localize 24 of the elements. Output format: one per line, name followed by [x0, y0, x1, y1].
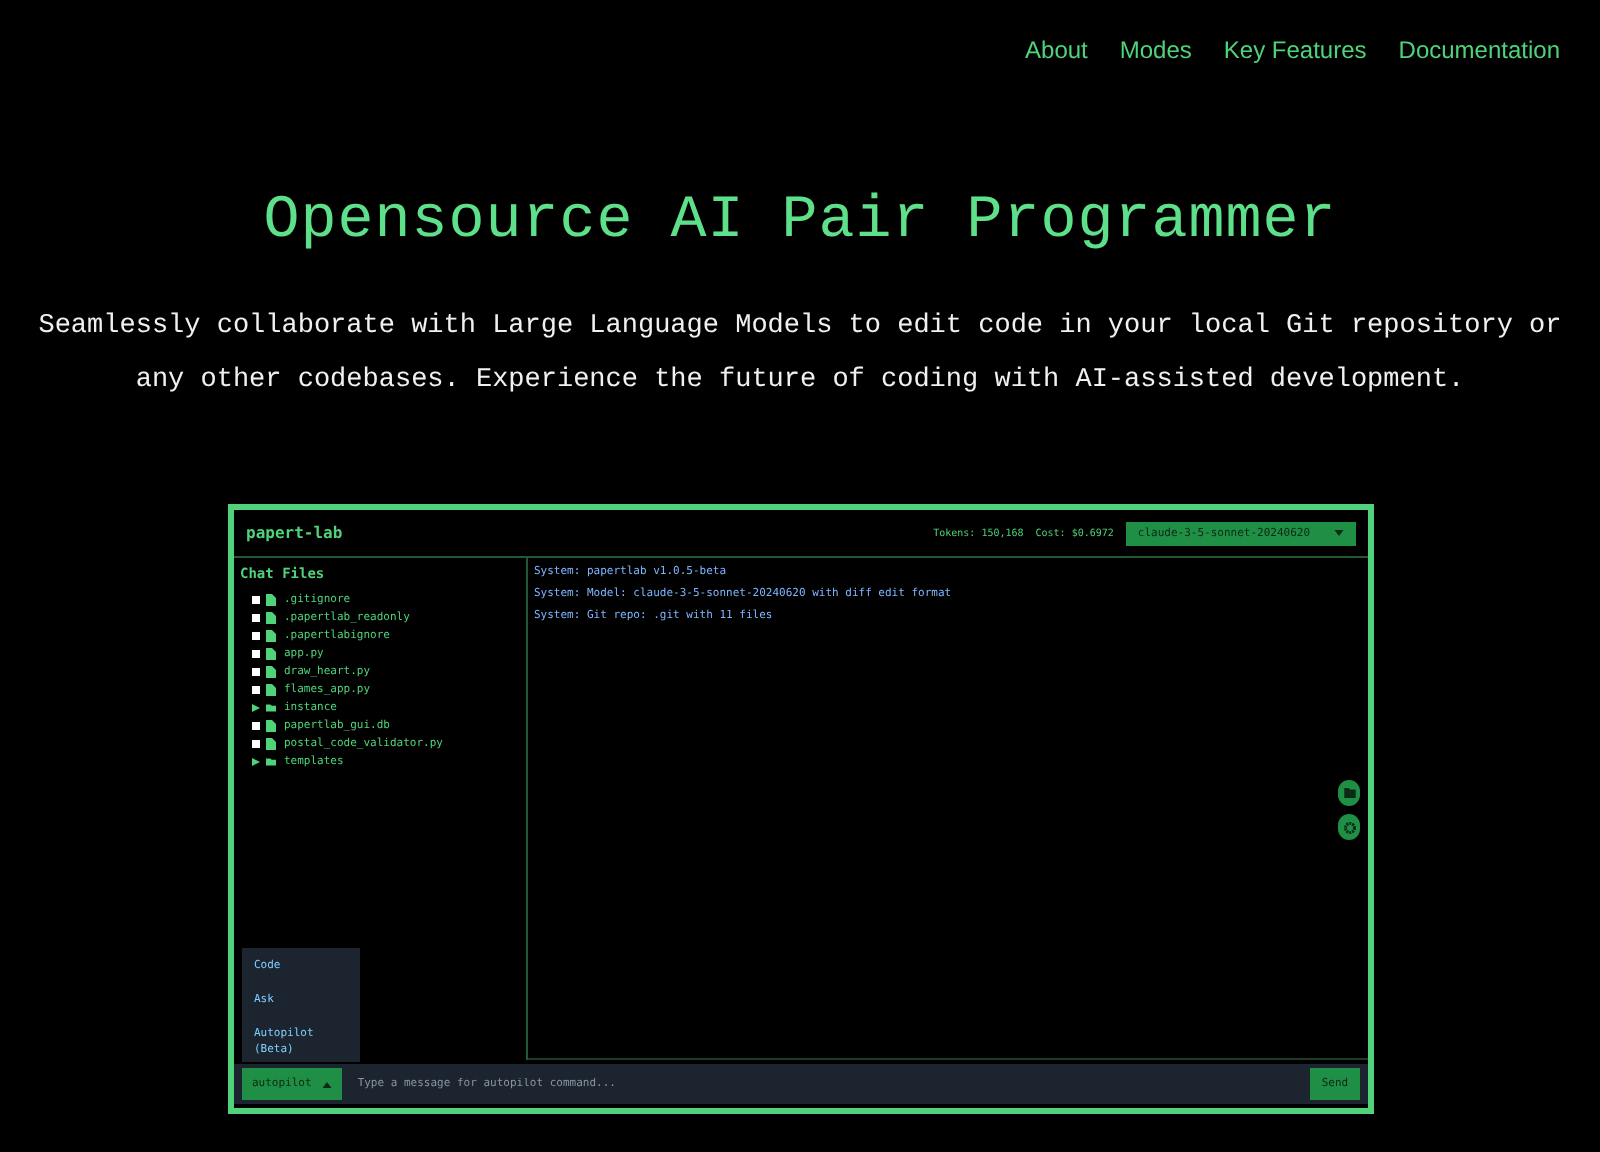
folder-icon: [266, 701, 276, 713]
settings-button[interactable]: [1338, 814, 1360, 840]
caret-icon: [1334, 530, 1344, 536]
checkbox[interactable]: [252, 739, 260, 747]
checkbox[interactable]: [252, 667, 260, 675]
checkbox[interactable]: [252, 721, 260, 729]
hero-subtitle: Seamlessly collaborate with Large Language Models to edit code in your local Git repository or any other codebases. Experience the future of coding with AI-assisted development.: [36, 310, 1564, 400]
folder-icon: [1343, 788, 1355, 798]
settings-icon: [1343, 821, 1355, 833]
folder-button[interactable]: [1338, 780, 1360, 806]
nav-link[interactable]: Modes: [1119, 36, 1192, 64]
hero-title: Opensource AI Pair Programmer: [261, 188, 1339, 256]
checkbox[interactable]: [252, 685, 260, 693]
checkbox[interactable]: [252, 595, 260, 603]
checkbox[interactable]: [252, 649, 260, 657]
nav-link[interactable]: Key Features: [1223, 36, 1367, 64]
checkbox[interactable]: [252, 613, 260, 621]
expand-arrow-icon[interactable]: [252, 703, 260, 711]
nav-link[interactable]: Documentation: [1398, 36, 1560, 64]
folder-icon: [266, 755, 276, 767]
nav-link[interactable]: About: [1025, 36, 1088, 64]
app-title: papert-lab: [246, 524, 343, 542]
expand-arrow-icon[interactable]: [252, 757, 260, 765]
checkbox[interactable]: [252, 631, 260, 639]
